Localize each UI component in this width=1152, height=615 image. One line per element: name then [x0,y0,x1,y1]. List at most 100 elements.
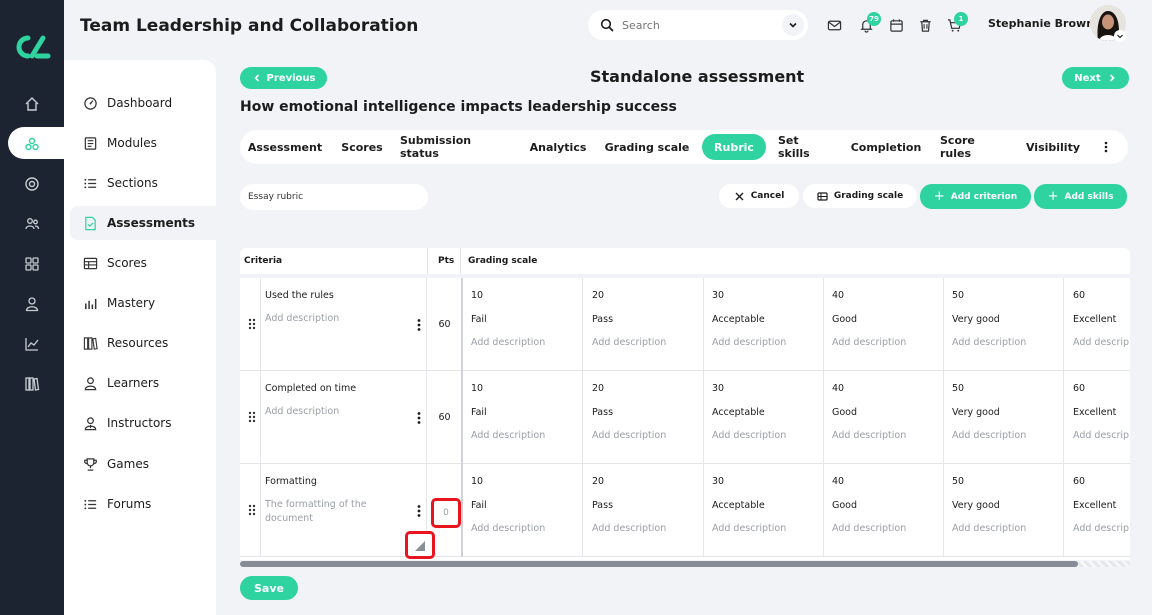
rating-label[interactable]: Very good [952,500,1000,511]
rating-description[interactable]: Add description [712,430,786,441]
drag-handle-icon[interactable] [248,411,256,423]
rating-description[interactable]: Add description [712,337,786,348]
rating-label[interactable]: Very good [952,314,1000,325]
tab-rubric[interactable]: Rubric [702,134,766,160]
search-dropdown-icon[interactable] [782,14,804,36]
rating-points[interactable]: 20 [592,383,604,394]
tab-analytics[interactable]: Analytics [526,134,590,160]
mail-icon[interactable] [826,17,842,33]
tab-assessment[interactable]: Assessment [246,134,324,160]
points-input[interactable]: 0 [431,498,461,528]
calendar-icon[interactable] [888,17,904,33]
rating-description[interactable]: Add description [712,523,786,534]
tab-score-rules[interactable]: Score rules [938,134,1010,160]
chart-icon[interactable] [22,334,42,354]
criterion-menu-icon[interactable] [415,318,423,332]
rating-label[interactable]: Excellent [1073,407,1116,418]
sidebar-item-games[interactable]: Games [70,447,216,481]
rating-label[interactable]: Fail [471,407,487,418]
rating-description[interactable]: Add description [952,430,1026,441]
rating-label[interactable]: Pass [592,314,613,325]
rating-points[interactable]: 50 [952,290,964,301]
sidebar-item-learners[interactable]: Learners [70,366,216,400]
sidebar-item-sections[interactable]: Sections [70,166,216,200]
rating-label[interactable]: Excellent [1073,500,1116,511]
rating-points[interactable]: 60 [1073,290,1085,301]
rating-label[interactable]: Good [832,314,857,325]
cancel-button[interactable]: Cancel [719,184,799,208]
rating-points[interactable]: 10 [471,383,483,394]
rating-description[interactable]: Add descrip [1073,523,1129,534]
rating-label[interactable]: Fail [471,500,487,511]
rating-description[interactable]: Add description [952,523,1026,534]
criterion-name[interactable]: Used the rules [265,290,334,301]
tab-visibility[interactable]: Visibility [1024,134,1082,160]
grid-icon[interactable] [22,254,42,274]
target-icon[interactable] [22,174,42,194]
rating-points[interactable]: 50 [952,476,964,487]
rating-points[interactable]: 40 [832,290,844,301]
home-icon[interactable] [22,94,42,114]
rating-points[interactable]: 40 [832,476,844,487]
rating-points[interactable]: 50 [952,383,964,394]
rating-description[interactable]: Add descrip [1073,430,1129,441]
drag-handle-icon[interactable] [248,504,256,516]
criterion-name[interactable]: Completed on time [265,383,356,394]
sidebar-item-assessments[interactable]: Assessments [70,206,216,240]
rating-description[interactable]: Add description [592,337,666,348]
criterion-menu-icon[interactable] [415,411,423,425]
rating-points[interactable]: 30 [712,476,724,487]
criterion-description[interactable]: Add description [265,312,385,326]
tab-grading-scale[interactable]: Grading scale [602,134,692,160]
user-icon[interactable] [22,294,42,314]
rating-points[interactable]: 20 [592,476,604,487]
sidebar-item-scores[interactable]: Scores [70,246,216,280]
resize-handle-icon[interactable] [405,531,435,559]
sidebar-item-resources[interactable]: Resources [70,326,216,360]
drag-handle-icon[interactable] [248,318,256,330]
rating-label[interactable]: Pass [592,500,613,511]
search-bar[interactable] [588,10,808,40]
tab-submission-status[interactable]: Submission status [398,134,514,160]
sidebar-item-mastery[interactable]: Mastery [70,286,216,320]
horizontal-scrollbar[interactable] [240,561,1130,567]
rating-label[interactable]: Good [832,500,857,511]
rating-points[interactable]: 10 [471,290,483,301]
rating-label[interactable]: Acceptable [712,500,765,511]
sidebar-item-dashboard[interactable]: Dashboard [70,86,216,120]
trash-icon[interactable] [917,17,933,33]
previous-button[interactable]: Previous [240,67,327,89]
sidebar-item-modules[interactable]: Modules [70,126,216,160]
tab-set-skills[interactable]: Set skills [776,134,836,160]
people-icon[interactable] [22,214,42,234]
rating-points[interactable]: 10 [471,476,483,487]
rating-label[interactable]: Acceptable [712,407,765,418]
sidebar-item-forums[interactable]: Forums [70,487,216,521]
add-criterion-button[interactable]: + Add criterion [920,184,1031,209]
rating-points[interactable]: 30 [712,290,724,301]
next-button[interactable]: Next [1062,67,1129,89]
criterion-name[interactable]: Formatting [265,476,317,487]
rating-points[interactable]: 20 [592,290,604,301]
criterion-description[interactable]: The formatting of the document [265,498,385,526]
scrollbar-thumb[interactable] [240,561,1078,567]
rating-label[interactable]: Excellent [1073,314,1116,325]
app-logo[interactable] [12,32,52,62]
rating-description[interactable]: Add description [832,430,906,441]
library-icon[interactable] [22,374,42,394]
rating-description[interactable]: Add description [592,430,666,441]
rating-description[interactable]: Add description [832,337,906,348]
search-input[interactable] [622,18,772,32]
rating-label[interactable]: Acceptable [712,314,765,325]
rating-label[interactable]: Very good [952,407,1000,418]
rating-description[interactable]: Add descrip [1073,337,1129,348]
tab-completion[interactable]: Completion [848,134,924,160]
rating-label[interactable]: Good [832,407,857,418]
criterion-menu-icon[interactable] [415,504,423,518]
user-menu-chevron-icon[interactable] [1114,30,1126,42]
rating-points[interactable]: 40 [832,383,844,394]
more-tabs-icon[interactable] [1098,139,1114,155]
add-skills-button[interactable]: + Add skills [1034,184,1127,209]
criterion-description[interactable]: Add description [265,405,385,419]
rating-description[interactable]: Add description [592,523,666,534]
